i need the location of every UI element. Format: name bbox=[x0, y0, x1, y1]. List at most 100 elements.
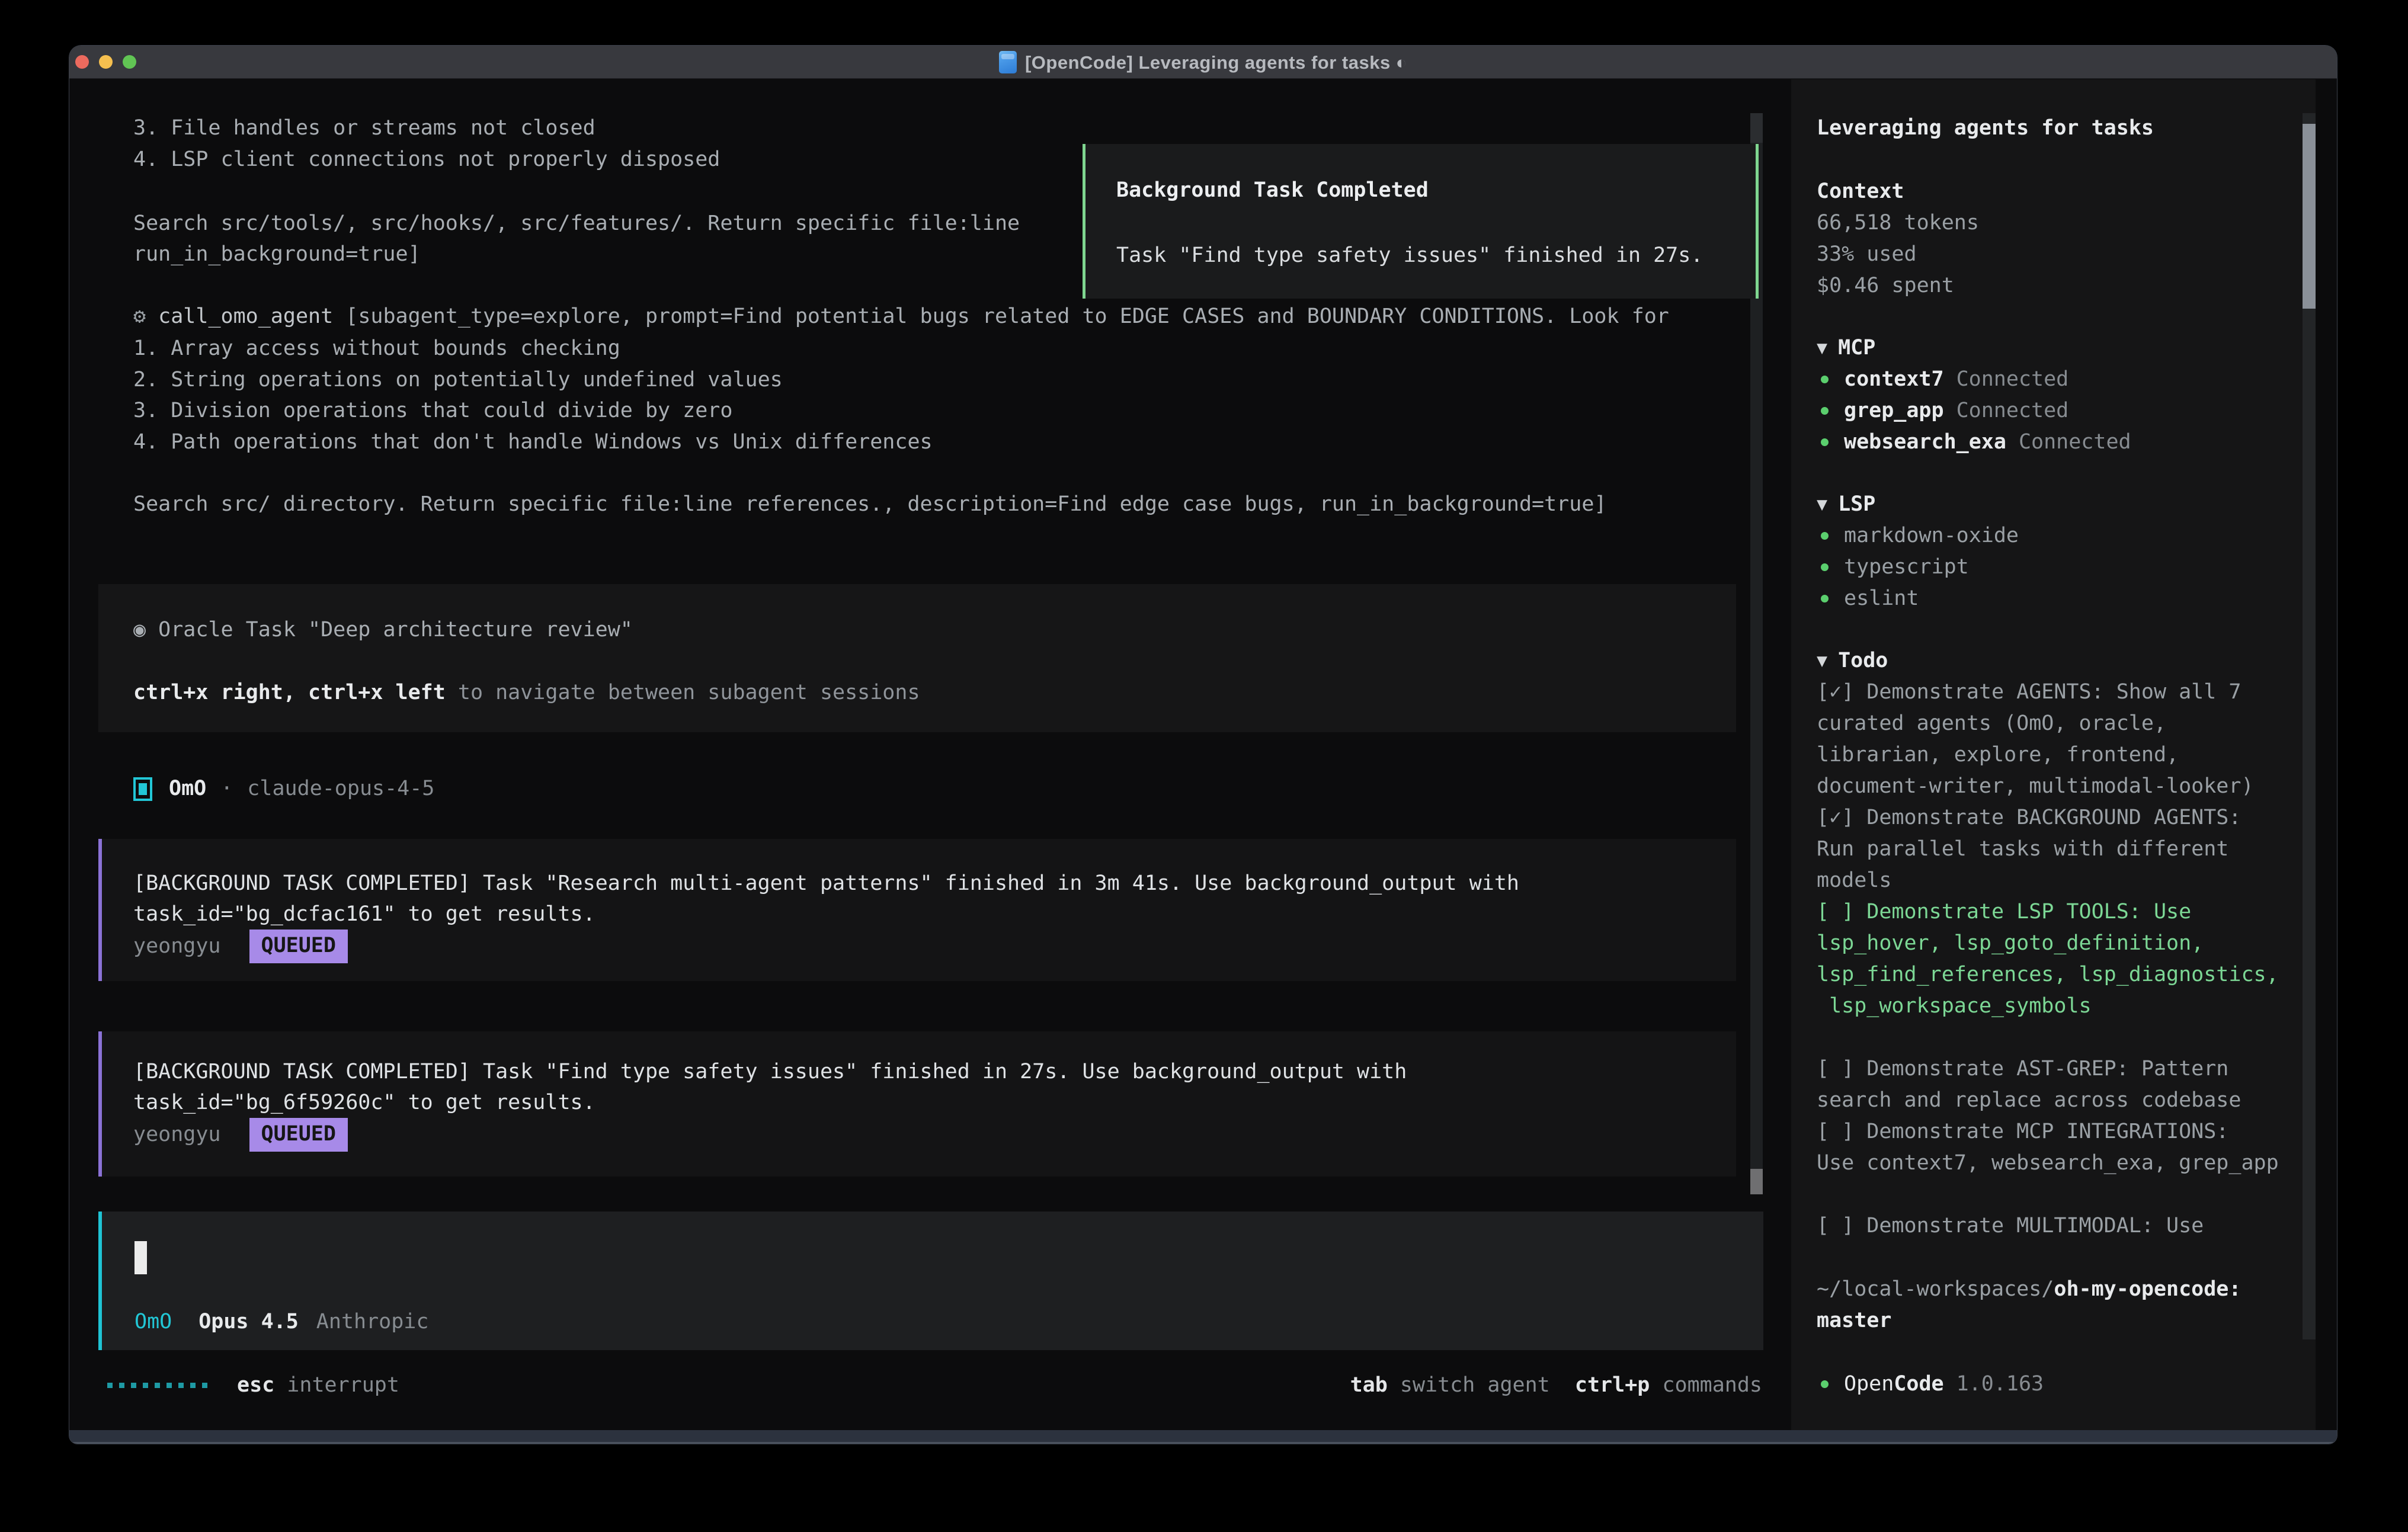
title-bar[interactable]: [OpenCode] Leveraging agents for tasks ◐ bbox=[69, 46, 2337, 79]
todo-item-current: [ ] Demonstrate LSP TOOLS: Use lsp_hover… bbox=[1817, 896, 2286, 1022]
scrollback-line: run_in_background=true] bbox=[133, 239, 421, 270]
window-title-group: [OpenCode] Leveraging agents for tasks ◐ bbox=[69, 46, 2337, 79]
chat-pane: 3. File handles or streams not closed 4.… bbox=[69, 79, 1791, 1431]
activity-dots-icon bbox=[107, 1383, 207, 1388]
status-dot-icon bbox=[1821, 438, 1829, 446]
scrollback-line: Search src/tools/, src/hooks/, src/featu… bbox=[133, 208, 1020, 239]
workspace-branch: master bbox=[1817, 1305, 2291, 1337]
lsp-section-header[interactable]: ▼LSP bbox=[1817, 489, 2291, 520]
task-author: yeongyu bbox=[133, 1119, 221, 1150]
opencode-version: OpenCode 1.0.163 bbox=[1817, 1368, 2291, 1400]
input-provider: Anthropic bbox=[316, 1306, 429, 1338]
tool-call-line: ⚙ call_omo_agent [subagent_type=explore,… bbox=[133, 301, 1669, 332]
chevron-down-icon: ▼ bbox=[1817, 332, 1827, 364]
status-left: esc interrupt bbox=[107, 1370, 399, 1401]
oracle-task-title: Oracle Task "Deep architecture review" bbox=[158, 618, 633, 642]
tool-call-tail: Search src/ directory. Return specific f… bbox=[133, 489, 1606, 520]
context-tokens: 66,518 tokens bbox=[1817, 207, 2291, 239]
status-dot-icon bbox=[1821, 595, 1829, 602]
todo-item-done: [✓] Demonstrate AGENTS: Show all 7 curat… bbox=[1817, 677, 2286, 802]
task-author: yeongyu bbox=[133, 931, 221, 962]
tool-call-item: 1. Array access without bounds checking bbox=[133, 333, 620, 364]
sidebar-content: Leveraging agents for tasks Context 66,5… bbox=[1817, 113, 2291, 1400]
tool-args: [subagent_type=explore, prompt=Find pote… bbox=[333, 305, 1669, 328]
context-used: 33% used bbox=[1817, 239, 2291, 270]
context-heading: Context bbox=[1817, 176, 2291, 207]
text-cursor bbox=[135, 1241, 147, 1274]
sidebar-right-gutter bbox=[2316, 79, 2337, 1431]
tab-key-hint: tab bbox=[1350, 1370, 1388, 1401]
toast-body: Task "Find type safety issues" finished … bbox=[1116, 240, 1703, 271]
status-bar: esc interrupt tab switch agent ctrl+p co… bbox=[69, 1370, 1791, 1401]
document-icon bbox=[999, 51, 1017, 73]
status-dot-icon bbox=[1821, 563, 1829, 571]
tool-call-item: 2. String operations on potentially unde… bbox=[133, 364, 783, 396]
terminal-window: [OpenCode] Leveraging agents for tasks ◐… bbox=[69, 46, 2337, 1444]
hint-keys: ctrl+x right, ctrl+x left bbox=[133, 681, 446, 704]
status-dot-icon bbox=[1821, 376, 1829, 383]
omo-agent-icon bbox=[133, 777, 152, 801]
input-model: Opus 4.5 bbox=[198, 1306, 299, 1338]
bullseye-icon: ◉ bbox=[133, 618, 146, 642]
tool-name: call_omo_agent bbox=[158, 305, 333, 328]
background-task-block: [BACKGROUND TASK COMPLETED] Task "Find t… bbox=[98, 1031, 1736, 1177]
task-meta: yeongyu QUEUED bbox=[133, 931, 348, 962]
status-right: tab switch agent ctrl+p commands bbox=[1350, 1370, 1762, 1401]
workspace-path: ~/local-workspaces/oh-my-opencode: bbox=[1817, 1274, 2291, 1305]
notification-toast: Background Task Completed Task "Find typ… bbox=[1083, 144, 1759, 299]
main-scrollbar-thumb[interactable] bbox=[1750, 1169, 1763, 1194]
task-meta: yeongyu QUEUED bbox=[133, 1119, 348, 1150]
lsp-item: eslint bbox=[1817, 583, 2291, 614]
window-bottom-edge bbox=[69, 1430, 2337, 1444]
sidebar-scrollbar[interactable] bbox=[2303, 113, 2316, 1339]
terminal-content: 3. File handles or streams not closed 4.… bbox=[69, 79, 2337, 1431]
chevron-down-icon: ▼ bbox=[1817, 645, 1827, 677]
lsp-item: markdown-oxide bbox=[1817, 520, 2291, 552]
window-title: [OpenCode] Leveraging agents for tasks ◐ bbox=[1025, 47, 1407, 78]
oracle-task-title-line: ◉ Oracle Task "Deep architecture review" bbox=[133, 614, 633, 646]
task-line: [BACKGROUND TASK COMPLETED] Task "Find t… bbox=[133, 1056, 1407, 1088]
session-title: Leveraging agents for tasks bbox=[1817, 113, 2291, 144]
status-badge: QUEUED bbox=[249, 930, 348, 963]
tab-key-label: switch agent bbox=[1400, 1370, 1550, 1401]
input-agent-name: OmO bbox=[135, 1306, 172, 1338]
todo-item-pending: [ ] Demonstrate AST-GREP: Pattern search… bbox=[1817, 1053, 2286, 1116]
tool-call-item: 3. Division operations that could divide… bbox=[133, 395, 732, 427]
mcp-item: websearch_exaConnected bbox=[1817, 427, 2291, 458]
lsp-item: typescript bbox=[1817, 552, 2291, 583]
scrollback-line: 4. LSP client connections not properly d… bbox=[133, 144, 720, 175]
separator-dot: · bbox=[220, 773, 233, 805]
todo-section-header[interactable]: ▼Todo bbox=[1817, 645, 2291, 677]
esc-key-hint: esc bbox=[237, 1370, 274, 1401]
oracle-task-hint: ctrl+x right, ctrl+x left to navigate be… bbox=[133, 677, 920, 709]
status-dot-icon bbox=[1821, 1380, 1829, 1388]
agent-header: OmO · claude-opus-4-5 bbox=[133, 773, 434, 805]
hint-text: to navigate between subagent sessions bbox=[446, 681, 920, 704]
task-line: task_id="bg_dcfac161" to get results. bbox=[133, 899, 595, 930]
task-line: task_id="bg_6f59260c" to get results. bbox=[133, 1087, 595, 1118]
esc-key-label: interrupt bbox=[287, 1370, 399, 1401]
toast-title: Background Task Completed bbox=[1116, 175, 1429, 206]
todo-item-pending: [ ] Demonstrate MCP INTEGRATIONS: Use co… bbox=[1817, 1116, 2286, 1179]
oracle-task-box: ◉ Oracle Task "Deep architecture review"… bbox=[98, 584, 1736, 732]
main-scrollbar-top-segment bbox=[1750, 113, 1763, 143]
mcp-item: grep_appConnected bbox=[1817, 395, 2291, 427]
context-spent: $0.46 spent bbox=[1817, 270, 2291, 302]
prompt-input[interactable]: OmO Opus 4.5 Anthropic bbox=[98, 1212, 1763, 1350]
scrollback-line: 3. File handles or streams not closed bbox=[133, 113, 595, 144]
todo-item-done: [✓] Demonstrate BACKGROUND AGENTS: Run p… bbox=[1817, 802, 2286, 896]
gear-icon: ⚙ bbox=[133, 305, 146, 328]
sidebar-scrollbar-thumb[interactable] bbox=[2303, 124, 2316, 309]
mcp-section-header[interactable]: ▼MCP bbox=[1817, 332, 2291, 364]
sidebar: Leveraging agents for tasks Context 66,5… bbox=[1791, 79, 2316, 1431]
background-task-block: [BACKGROUND TASK COMPLETED] Task "Resear… bbox=[98, 839, 1736, 981]
status-dot-icon bbox=[1821, 407, 1829, 415]
todo-item-pending: [ ] Demonstrate MULTIMODAL: Use bbox=[1817, 1210, 2286, 1242]
input-meta: OmO Opus 4.5 Anthropic bbox=[135, 1306, 428, 1338]
status-dot-icon bbox=[1821, 532, 1829, 540]
ctrlp-key-hint: ctrl+p bbox=[1575, 1370, 1650, 1401]
status-badge: QUEUED bbox=[249, 1118, 348, 1152]
mcp-item: context7Connected bbox=[1817, 364, 2291, 395]
agent-name: OmO bbox=[169, 773, 206, 805]
chevron-down-icon: ▼ bbox=[1817, 489, 1827, 520]
